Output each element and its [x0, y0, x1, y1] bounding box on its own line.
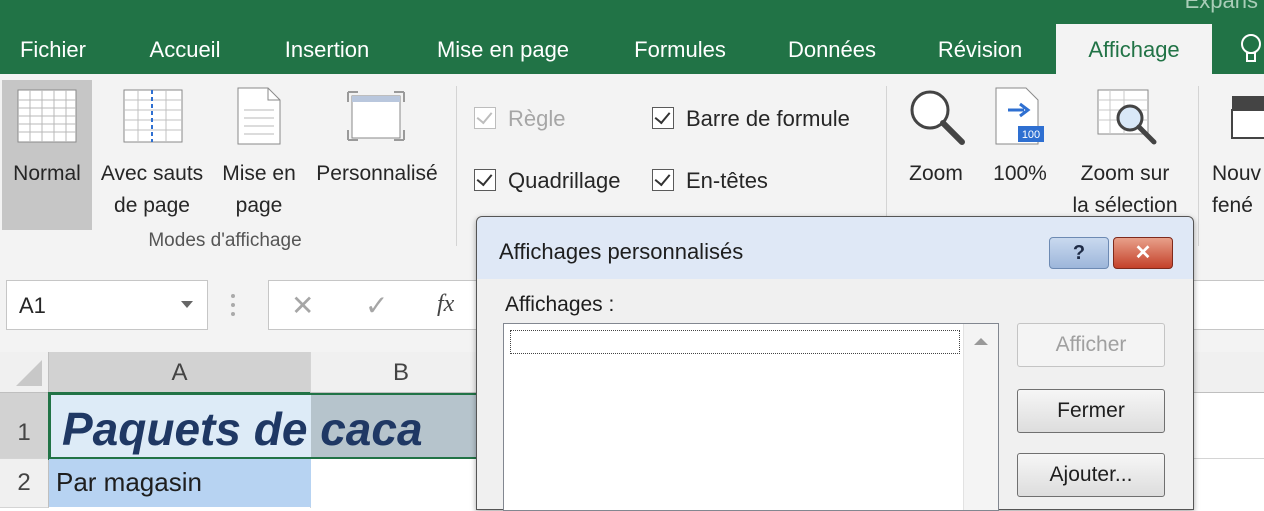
confirm-icon[interactable]: ✓	[365, 289, 388, 322]
zoom-100-badge: 100	[1022, 129, 1040, 141]
custom-view-icon	[347, 91, 405, 141]
close-icon[interactable]: ✕	[1113, 237, 1173, 269]
view-page-layout-label-1: Mise en	[222, 162, 296, 185]
view-custom-label: Personnalisé	[316, 162, 438, 185]
zoom-100-label: 100%	[993, 162, 1047, 185]
help-button[interactable]: ?	[1049, 237, 1109, 269]
magnifier-icon	[910, 90, 965, 145]
tab-mise-en-page[interactable]: Mise en page	[414, 24, 592, 74]
checkbox-check-icon	[474, 169, 496, 192]
drag-handle-icon[interactable]	[230, 292, 236, 318]
tab-affichage[interactable]: Affichage	[1056, 24, 1212, 74]
select-all-corner[interactable]	[0, 352, 49, 393]
cancel-icon[interactable]: ✕	[291, 289, 314, 322]
ruler-checkbox[interactable]: Règle	[474, 104, 565, 134]
checkbox-check-icon	[652, 107, 674, 130]
gridlines-label: Quadrillage	[508, 168, 621, 193]
ruler-label: Règle	[508, 106, 566, 131]
zoom-button[interactable]: Zoom	[896, 80, 976, 230]
active-cell-border	[49, 393, 50, 459]
new-window-button[interactable]: Nouv fené	[1206, 80, 1264, 230]
chevron-down-icon[interactable]	[181, 301, 193, 308]
headings-label: En-têtes	[686, 168, 768, 193]
checkbox-check-icon	[474, 107, 496, 130]
function-icon[interactable]: fx	[437, 291, 454, 318]
formula-bar-label: Barre de formule	[686, 106, 850, 131]
normal-view-icon	[17, 89, 77, 143]
views-listbox[interactable]	[503, 323, 999, 511]
name-box[interactable]: A1	[6, 280, 208, 330]
tab-formules[interactable]: Formules	[612, 24, 748, 74]
row-header-1[interactable]: 1	[0, 393, 50, 459]
zoom-selection-icon	[1097, 89, 1157, 145]
cell-a1[interactable]: Paquets de caca	[62, 402, 492, 458]
column-header-a[interactable]: A	[49, 352, 311, 394]
zoom-selection-button[interactable]: Zoom sur la sélection	[1064, 80, 1186, 230]
formula-bar-checkbox[interactable]: Barre de formule	[652, 104, 850, 134]
show-button[interactable]: Afficher	[1017, 323, 1165, 367]
views-group-label: Modes d'affichage	[148, 230, 302, 251]
page-break-icon	[123, 89, 183, 143]
page-layout-icon	[237, 87, 281, 145]
zoom-selection-label-1: Zoom sur	[1080, 162, 1170, 185]
view-page-break-label-2: de page	[114, 194, 190, 217]
view-custom-button[interactable]: Personnalisé	[308, 80, 446, 230]
column-header-b[interactable]: B	[311, 352, 492, 393]
scroll-up-icon[interactable]	[974, 338, 988, 345]
custom-views-dialog: Affichages personnalisés ? ✕ Affichages …	[476, 216, 1194, 511]
tab-insertion[interactable]: Insertion	[264, 24, 390, 74]
title-and-tab-bar: Expans Fichier Accueil Insertion Mise en…	[0, 0, 1264, 74]
zoom-100-button[interactable]: 100 100%	[984, 80, 1056, 230]
window-title: Expans	[1184, 0, 1258, 13]
checkbox-check-icon	[652, 169, 674, 192]
tab-fichier[interactable]: Fichier	[4, 24, 102, 74]
zoom-label: Zoom	[909, 162, 963, 185]
listbox-scrollbar[interactable]	[963, 324, 998, 510]
list-focus-rectangle	[510, 330, 960, 354]
zoom-100-icon: 100	[995, 87, 1044, 145]
cell-a2[interactable]: Par magasin	[56, 467, 202, 498]
tab-donnees[interactable]: Données	[768, 24, 896, 74]
views-list-label: Affichages :	[505, 293, 615, 316]
dialog-title: Affichages personnalisés	[499, 239, 744, 264]
view-page-layout-button[interactable]: Mise en page	[212, 80, 306, 230]
row-header-2[interactable]: 2	[0, 459, 49, 508]
dialog-title-bar[interactable]: Affichages personnalisés ? ✕	[477, 217, 1193, 279]
lightbulb-icon[interactable]	[1238, 32, 1264, 66]
new-window-label-2: fené	[1212, 194, 1253, 217]
ribbon-separator	[1198, 86, 1199, 246]
active-cell-border	[49, 393, 489, 395]
close-button[interactable]: Fermer	[1017, 389, 1165, 433]
view-page-break-button[interactable]: Avec sauts de page	[94, 80, 210, 230]
name-box-value: A1	[19, 293, 46, 318]
view-page-layout-label-2: page	[235, 194, 283, 217]
ribbon-separator	[456, 86, 457, 246]
tab-revision[interactable]: Révision	[918, 24, 1042, 74]
view-normal-button[interactable]: Normal	[2, 80, 92, 230]
view-page-break-label-1: Avec sauts	[100, 162, 204, 185]
view-normal-label: Normal	[13, 162, 81, 185]
new-window-icon	[1231, 96, 1264, 139]
headings-checkbox[interactable]: En-têtes	[652, 166, 768, 196]
tab-accueil[interactable]: Accueil	[126, 24, 244, 74]
new-window-label-1: Nouv	[1212, 162, 1262, 185]
add-button[interactable]: Ajouter...	[1017, 453, 1165, 497]
gridlines-checkbox[interactable]: Quadrillage	[474, 166, 621, 196]
